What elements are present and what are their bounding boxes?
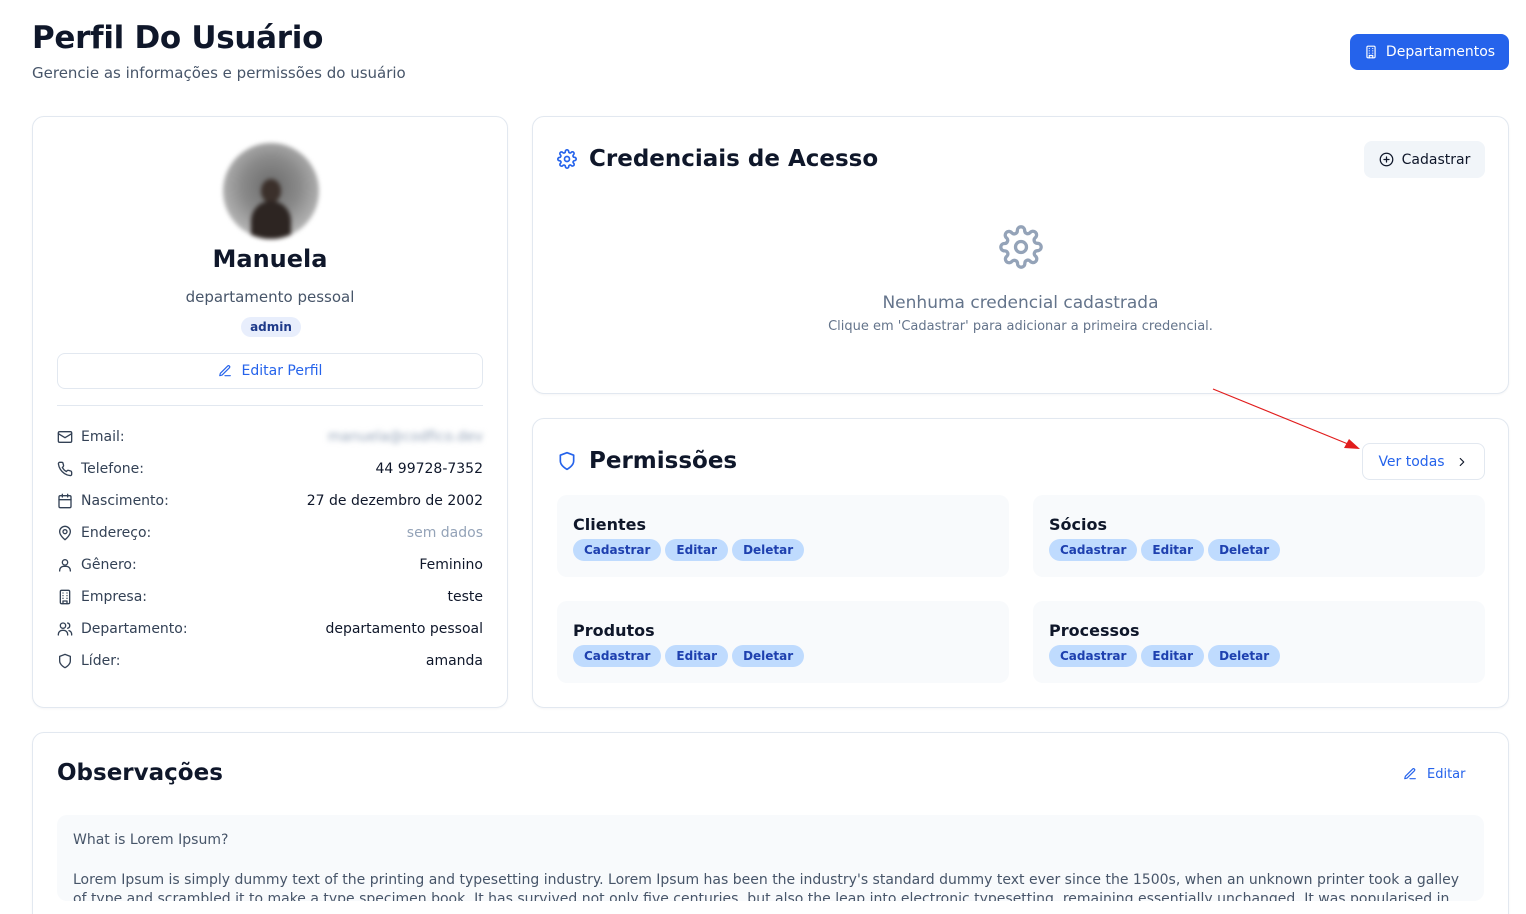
permission-tag: Editar (1141, 539, 1205, 561)
edit-profile-label: Editar Perfil (241, 363, 323, 379)
permission-tag: Deletar (1208, 539, 1281, 561)
gear-icon (557, 149, 577, 169)
view-all-label: Ver todas (1378, 453, 1445, 470)
profile-name: Manuela (212, 245, 328, 273)
permission-group-processos: Processos Cadastrar Editar Deletar (1033, 601, 1485, 683)
permission-group-name: Produtos (573, 621, 655, 640)
chevron-right-icon (1459, 457, 1464, 466)
shield-icon (57, 653, 73, 669)
edit-observations-label: Editar (1427, 766, 1466, 782)
info-label: Líder: (81, 653, 121, 669)
permission-tags: Cadastrar Editar Deletar (573, 645, 805, 667)
permission-tag: Editar (1141, 645, 1205, 667)
info-label: Nascimento: (81, 493, 169, 509)
page-header: Perfil Do Usuário Gerencie as informaçõe… (32, 20, 406, 82)
role-badge: admin (241, 317, 301, 337)
observations-title: Observações (57, 760, 223, 786)
add-credential-label: Cadastrar (1401, 151, 1471, 168)
permission-group-produtos: Produtos Cadastrar Editar Deletar (557, 601, 1009, 683)
calendar-icon (57, 493, 73, 509)
info-value: Feminino (419, 557, 483, 573)
users-icon (57, 621, 73, 637)
info-row-gender: Gênero: Feminino (57, 549, 483, 581)
edit-profile-button[interactable]: Editar Perfil (57, 353, 483, 389)
info-label: Gênero: (81, 557, 137, 573)
mail-icon (57, 429, 73, 445)
observations-content: What is Lorem Ipsum? Lorem Ipsum is simp… (57, 815, 1484, 901)
permission-group-name: Sócios (1049, 515, 1107, 534)
edit-observations-button[interactable]: Editar (1403, 763, 1466, 785)
pencil-icon (218, 365, 231, 377)
empty-state-description: Clique em 'Cadastrar' para adicionar a p… (828, 319, 1213, 334)
permission-group-clientes: Clientes Cadastrar Editar Deletar (557, 495, 1009, 577)
permission-tags: Cadastrar Editar Deletar (1049, 645, 1281, 667)
info-row-company: Empresa: teste (57, 581, 483, 613)
permissions-card: Permissões Ver todas Clientes Cadastrar … (532, 418, 1509, 708)
departments-button[interactable]: Departamentos (1350, 34, 1509, 70)
info-row-leader: Líder: amanda (57, 645, 483, 677)
phone-icon (57, 461, 73, 477)
observations-heading: What is Lorem Ipsum? (73, 832, 229, 848)
pencil-icon (1404, 768, 1416, 780)
info-row-email: Email: manuela@codfico.dev (57, 421, 483, 453)
info-label: Departamento: (81, 621, 188, 637)
info-value: amanda (425, 653, 483, 669)
permission-tag: Deletar (732, 539, 805, 561)
permission-tag: Deletar (1208, 645, 1281, 667)
info-label: Endereço: (81, 525, 152, 541)
permissions-header: Permissões (557, 448, 737, 474)
info-value: 44 99728-7352 (375, 461, 483, 477)
building-icon (57, 589, 73, 605)
permission-group-socios: Sócios Cadastrar Editar Deletar (1033, 495, 1485, 577)
profile-card: Manuela departamento pessoal admin Edita… (32, 116, 508, 708)
credentials-card: Credenciais de Acesso Cadastrar Nenhuma … (532, 116, 1509, 394)
info-value: teste (447, 589, 484, 605)
departments-button-label: Departamentos (1385, 44, 1496, 60)
permission-tags: Cadastrar Editar Deletar (1049, 539, 1281, 561)
info-value: 27 de dezembro de 2002 (306, 493, 483, 509)
permission-group-name: Clientes (573, 515, 646, 534)
credentials-header: Credenciais de Acesso (557, 146, 878, 172)
permission-tag: Cadastrar (1049, 645, 1138, 667)
permission-tag: Cadastrar (1049, 539, 1138, 561)
info-value: sem dados (406, 525, 483, 541)
info-row-birthdate: Nascimento: 27 de dezembro de 2002 (57, 485, 483, 517)
avatar (223, 143, 319, 239)
info-value: departamento pessoal (325, 621, 483, 637)
info-row-address: Endereço: sem dados (57, 517, 483, 549)
info-label: Telefone: (81, 461, 144, 477)
info-value: manuela@codfico.dev (327, 429, 483, 445)
permission-tag: Editar (665, 539, 729, 561)
permission-tag: Deletar (732, 645, 805, 667)
building-icon (1366, 45, 1376, 59)
permissions-title: Permissões (589, 448, 738, 474)
empty-state-title: Nenhuma credencial cadastrada (882, 293, 1159, 313)
permission-tags: Cadastrar Editar Deletar (573, 539, 805, 561)
permission-tag: Cadastrar (573, 539, 662, 561)
permission-tag: Cadastrar (573, 645, 662, 667)
plus-circle-icon (1379, 152, 1394, 167)
divider (57, 405, 483, 406)
observations-card: Observações Editar What is Lorem Ipsum? … (32, 732, 1509, 914)
user-icon (57, 557, 73, 573)
info-label: Empresa: (81, 589, 148, 605)
page-title: Perfil Do Usuário (32, 20, 324, 56)
profile-department: departamento pessoal (185, 288, 355, 306)
info-row-phone: Telefone: 44 99728-7352 (57, 453, 483, 485)
gear-icon (999, 225, 1043, 269)
info-row-department: Departamento: departamento pessoal (57, 613, 483, 645)
profile-info-list: Email: manuela@codfico.dev Telefone: 44 … (57, 421, 483, 677)
permission-group-name: Processos (1049, 621, 1140, 640)
page-subtitle: Gerencie as informações e permissões do … (32, 64, 406, 82)
add-credential-button[interactable]: Cadastrar (1364, 141, 1485, 178)
shield-icon (559, 451, 575, 471)
info-label: Email: (81, 429, 125, 445)
map-pin-icon (57, 525, 73, 541)
view-all-permissions-button[interactable]: Ver todas (1362, 443, 1485, 480)
permission-tag: Editar (665, 645, 729, 667)
observations-body: Lorem Ipsum is simply dummy text of the … (73, 872, 1460, 901)
credentials-title: Credenciais de Acesso (589, 146, 879, 172)
